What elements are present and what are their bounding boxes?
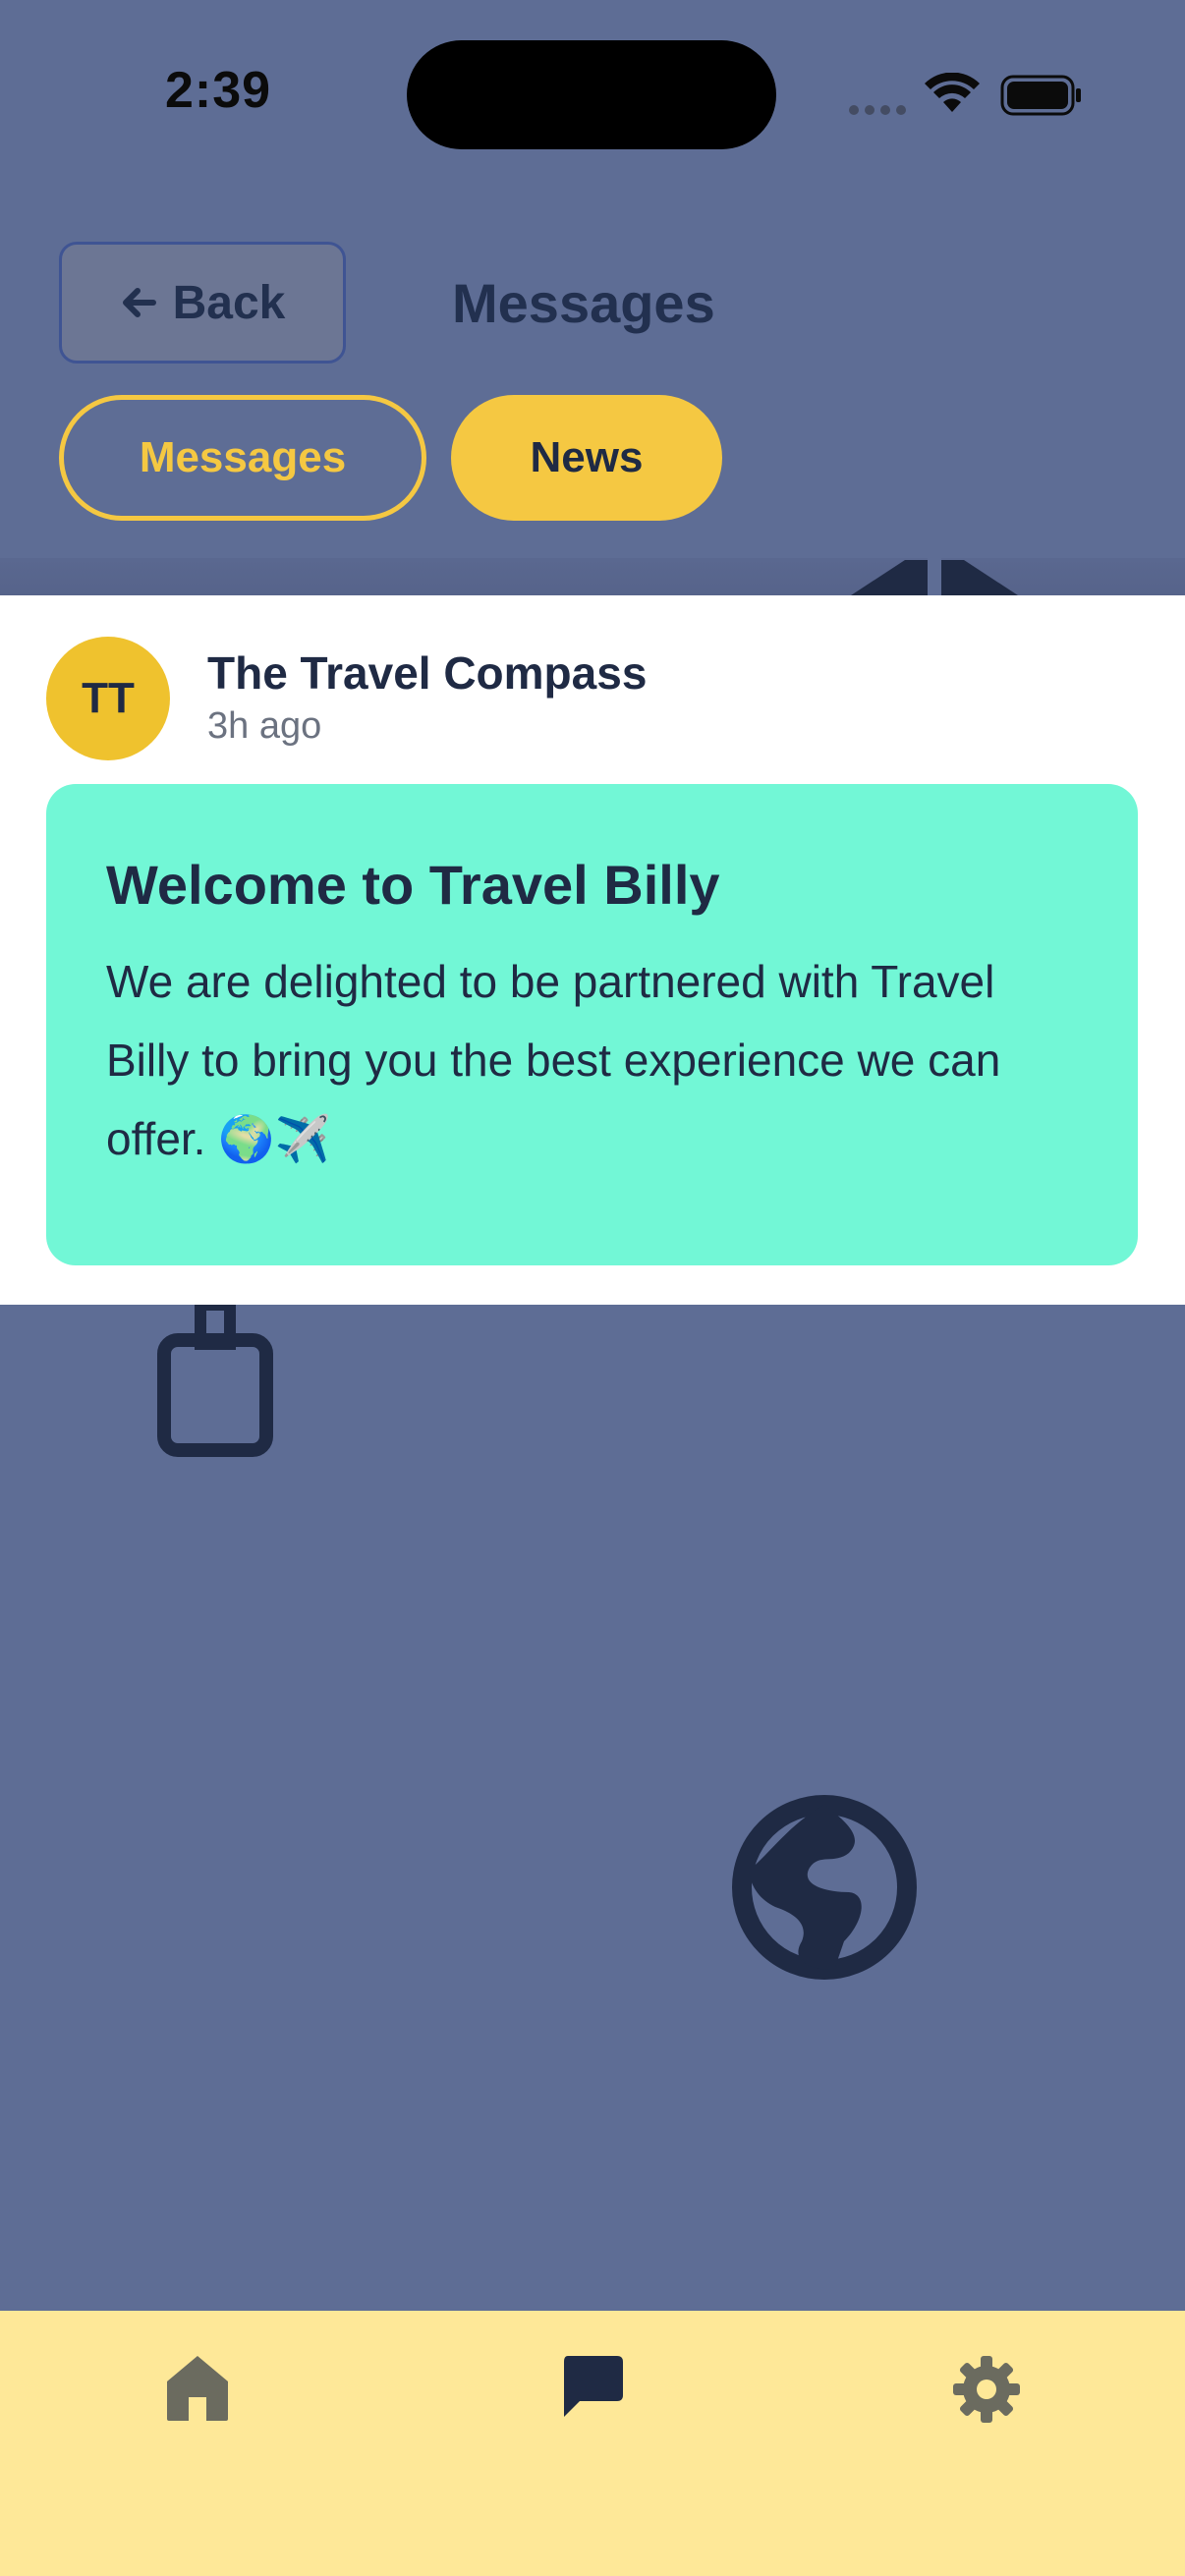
message-timestamp: 3h ago (207, 705, 322, 747)
settings-gear-icon[interactable] (951, 2354, 1022, 2425)
tab-messages-label: Messages (139, 433, 347, 481)
globe-icon (732, 1795, 917, 1980)
back-button-label: Back (172, 276, 286, 329)
avatar-initials: TT (82, 674, 135, 722)
chat-icon[interactable] (560, 2354, 625, 2419)
arrow-left-icon (122, 288, 156, 317)
tab-news[interactable]: News (451, 395, 722, 521)
status-time: 2:39 (165, 62, 272, 119)
message-sender: The Travel Compass (207, 647, 648, 699)
bottom-nav (0, 2311, 1185, 2576)
back-button[interactable]: Back (59, 242, 346, 364)
message-body: We are delighted to be partnered with Tr… (106, 956, 1001, 1164)
cellular-signal-icon (849, 102, 912, 120)
home-icon[interactable] (165, 2354, 230, 2423)
tab-news-label: News (530, 433, 644, 481)
wifi-icon (925, 73, 980, 112)
avatar: TT (46, 637, 170, 760)
luggage-icon (157, 1305, 273, 1457)
battery-icon (1000, 75, 1081, 116)
dynamic-island (407, 40, 776, 149)
message-title: Welcome to Travel Billy (106, 854, 720, 916)
message-bubble: Welcome to Travel Billy We are delighted… (46, 784, 1138, 1265)
page-title: Messages (452, 272, 715, 334)
tab-messages[interactable]: Messages (59, 395, 426, 521)
anchor-icon (851, 556, 1018, 595)
